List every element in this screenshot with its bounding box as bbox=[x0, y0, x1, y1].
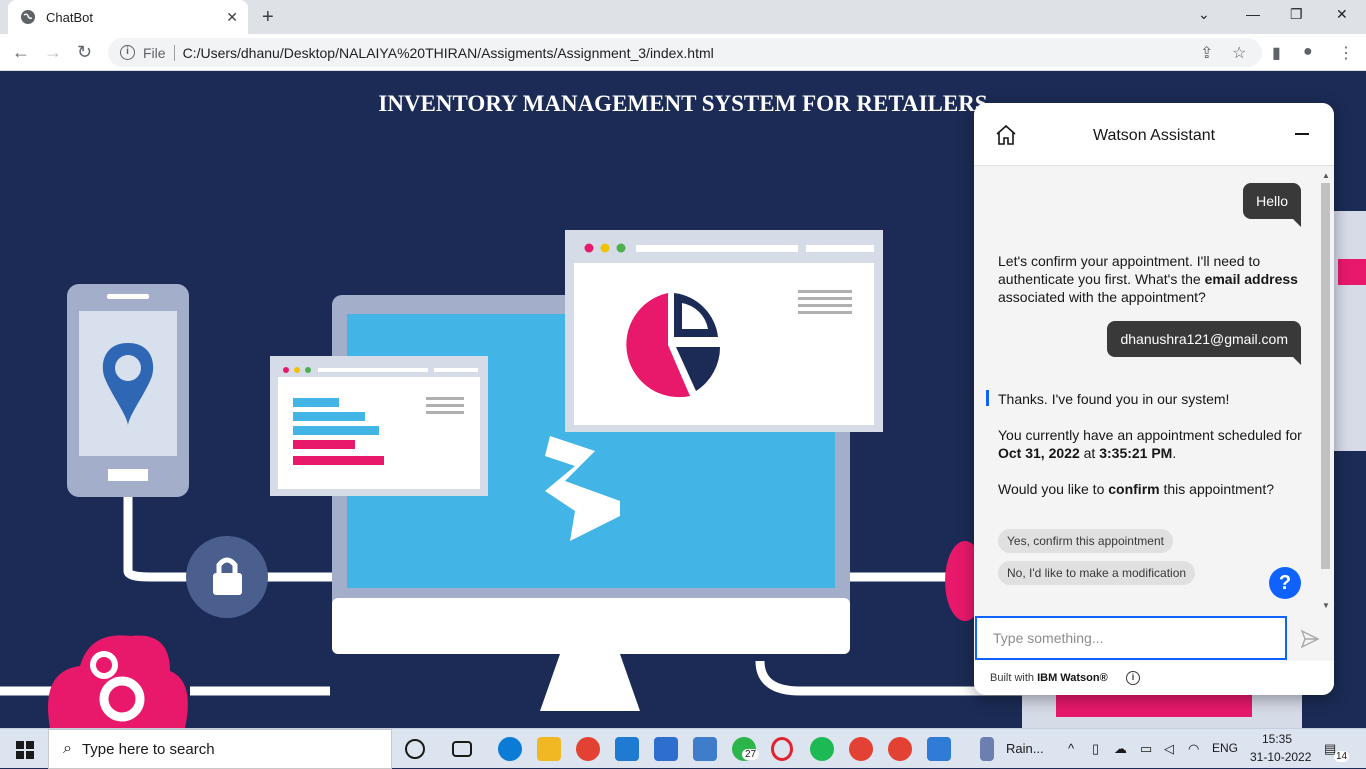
user-message-text: Hello bbox=[1256, 193, 1288, 209]
globe-icon bbox=[21, 10, 35, 24]
wifi-icon[interactable]: ◠ bbox=[1188, 741, 1199, 757]
new-tab-button[interactable]: + bbox=[262, 6, 274, 29]
taskbar-search-box[interactable]: ⌕ Type here to search bbox=[48, 729, 392, 769]
task-view-icon[interactable] bbox=[452, 741, 472, 757]
tab-search-icon[interactable]: ⌄ bbox=[1198, 6, 1210, 23]
scrollbar-thumb[interactable] bbox=[1321, 183, 1330, 569]
browser-tab-bar: ChatBot ✕ + ⌄ — ❐ ✕ bbox=[0, 0, 1366, 34]
side-panel-icon[interactable]: ▮ bbox=[1272, 43, 1281, 63]
user-message-text: dhanushra121@gmail.com bbox=[1120, 331, 1288, 347]
bot-text-bold: email address bbox=[1204, 271, 1298, 287]
option-modify-button[interactable]: No, I'd like to make a modification bbox=[998, 561, 1196, 585]
weather-icon[interactable] bbox=[980, 737, 994, 761]
device-icon[interactable]: ▯ bbox=[1092, 741, 1099, 757]
bot-message-confirm: Would you like to confirm this appointme… bbox=[998, 480, 1306, 498]
url-separator bbox=[173, 44, 175, 61]
cortana-icon[interactable] bbox=[405, 739, 425, 759]
bot-message-indicator bbox=[986, 390, 989, 406]
forward-button[interactable]: → bbox=[44, 42, 62, 63]
notification-count: 14 bbox=[1334, 751, 1350, 762]
vscode-icon[interactable] bbox=[615, 737, 639, 761]
bot-text-bold: confirm bbox=[1108, 481, 1160, 497]
chat-transcript: Hello Let's confirm your appointment. I'… bbox=[974, 167, 1334, 614]
chrome-profile-icon[interactable] bbox=[849, 737, 873, 761]
photos-icon[interactable] bbox=[927, 737, 951, 761]
minimize-window-button[interactable]: — bbox=[1246, 6, 1260, 22]
bot-message-appointment: You currently have an appointment schedu… bbox=[998, 426, 1306, 462]
opera-icon[interactable] bbox=[771, 737, 793, 761]
footer-text: Built with bbox=[990, 672, 1038, 684]
browser-tab[interactable]: ChatBot ✕ bbox=[8, 0, 248, 34]
search-icon: ⌕ bbox=[63, 740, 72, 757]
bot-text-part: this appointment? bbox=[1159, 481, 1274, 497]
bot-text-part: associated with the appointment? bbox=[998, 289, 1206, 305]
appointment-time: 3:35:21 PM bbox=[1099, 445, 1173, 461]
right-window-graphic bbox=[1334, 211, 1366, 451]
send-icon[interactable] bbox=[1300, 629, 1320, 649]
whatsapp-badge: 27 bbox=[742, 749, 760, 760]
scroll-up-arrow[interactable]: ▲ bbox=[1322, 171, 1330, 180]
weather-label[interactable]: Rain... bbox=[1006, 741, 1044, 756]
user-message-hello: Hello bbox=[1243, 183, 1301, 227]
watson-footer: Built with IBM Watson® i bbox=[974, 661, 1334, 695]
restore-window-button[interactable]: ❐ bbox=[1290, 6, 1303, 23]
bot-text-part: . bbox=[1172, 445, 1177, 461]
close-tab-icon[interactable]: ✕ bbox=[226, 9, 238, 26]
edge-icon[interactable] bbox=[498, 737, 522, 761]
option-confirm-button[interactable]: Yes, confirm this appointment bbox=[998, 529, 1173, 553]
bot-message-found: Thanks. I've found you in our system! bbox=[998, 391, 1230, 407]
help-button[interactable]: ? bbox=[1269, 567, 1301, 599]
lock-graphic bbox=[186, 536, 268, 618]
message-input[interactable]: Type something... bbox=[975, 616, 1287, 660]
info-icon[interactable]: i bbox=[1126, 671, 1140, 685]
share-icon[interactable]: ⇪ bbox=[1200, 43, 1213, 63]
appointment-date: Oct 31, 2022 bbox=[998, 445, 1080, 461]
url-scheme-label: File bbox=[143, 44, 166, 61]
user-message-email: dhanushra121@gmail.com bbox=[1107, 321, 1301, 365]
bar-window-graphic bbox=[270, 356, 488, 496]
mail-icon[interactable] bbox=[693, 737, 717, 761]
watson-title: Watson Assistant bbox=[1092, 127, 1216, 144]
bot-text-part: Would you like to bbox=[998, 481, 1109, 497]
tab-title: ChatBot bbox=[46, 9, 93, 25]
gear-cloud-graphic bbox=[48, 635, 188, 728]
windows-taskbar: ⌕ Type here to search 27 Rain... ^ ▯ ☁ ▭… bbox=[0, 728, 1366, 769]
site-info-icon[interactable]: i bbox=[120, 45, 135, 60]
volume-icon[interactable]: ◁ bbox=[1164, 741, 1174, 757]
reload-button[interactable]: ↻ bbox=[77, 42, 92, 63]
clock-time[interactable]: 15:35 bbox=[1262, 732, 1292, 746]
bot-message-authenticate: Let's confirm your appointment. I'll nee… bbox=[998, 252, 1306, 306]
onedrive-icon[interactable]: ☁ bbox=[1114, 741, 1127, 757]
watson-assistant-panel: Watson Assistant Hello Let's confirm you… bbox=[974, 103, 1334, 695]
address-bar[interactable]: i File C:/Users/dhanu/Desktop/NALAIYA%20… bbox=[108, 38, 1262, 67]
file-explorer-icon[interactable] bbox=[537, 737, 561, 761]
scroll-down-arrow[interactable]: ▼ bbox=[1322, 601, 1330, 610]
bot-text-part: at bbox=[1079, 445, 1100, 461]
chrome-icon[interactable] bbox=[576, 737, 600, 761]
windows-start-icon[interactable] bbox=[16, 741, 34, 759]
chrome-active-icon[interactable] bbox=[888, 737, 912, 761]
watson-header: Watson Assistant bbox=[974, 103, 1334, 166]
phone-graphic bbox=[67, 284, 189, 497]
back-button[interactable]: ← bbox=[12, 42, 30, 63]
spotify-icon[interactable] bbox=[810, 737, 834, 761]
profile-avatar-icon[interactable]: ● bbox=[1303, 43, 1313, 61]
microsoft-store-icon[interactable] bbox=[654, 737, 678, 761]
taskbar-search-placeholder: Type here to search bbox=[81, 740, 215, 758]
language-indicator[interactable]: ENG bbox=[1212, 741, 1238, 755]
pie-window-graphic bbox=[565, 230, 883, 432]
clock-date[interactable]: 31-10-2022 bbox=[1250, 750, 1311, 764]
minimize-icon[interactable] bbox=[1295, 133, 1309, 135]
bot-text-part: You currently have an appointment schedu… bbox=[998, 427, 1302, 443]
footer-brand: IBM Watson® bbox=[1037, 672, 1108, 684]
close-window-button[interactable]: ✕ bbox=[1336, 6, 1348, 23]
battery-icon[interactable]: ▭ bbox=[1140, 741, 1152, 757]
bookmark-star-icon[interactable]: ☆ bbox=[1232, 43, 1246, 63]
browser-menu-icon[interactable]: ⋮ bbox=[1338, 43, 1354, 63]
show-hidden-icons-icon[interactable]: ^ bbox=[1068, 741, 1074, 756]
url-text[interactable]: C:/Users/dhanu/Desktop/NALAIYA%20THIRAN/… bbox=[183, 45, 714, 61]
browser-toolbar: ← → ↻ i File C:/Users/dhanu/Desktop/NALA… bbox=[0, 34, 1366, 71]
